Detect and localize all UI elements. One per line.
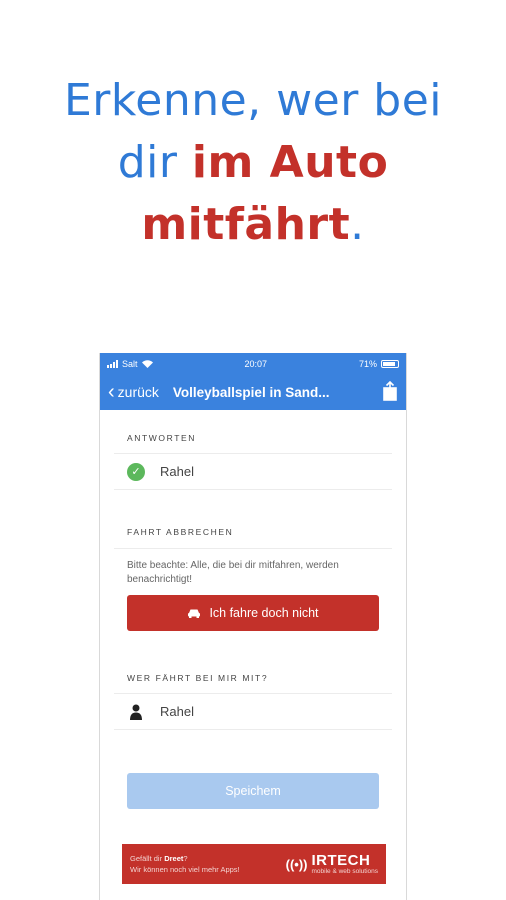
- nav-bar: ‹ zurück Volleyballspiel in Sand...: [100, 374, 406, 410]
- signal-icon: [107, 359, 118, 368]
- battery-percent: 71%: [358, 358, 377, 369]
- wifi-icon: [141, 359, 153, 368]
- banner-app-name: Dreet: [164, 854, 184, 863]
- check-icon: ✓: [127, 462, 145, 481]
- brand-subtitle: mobile & web solutions: [311, 867, 378, 875]
- ad-banner[interactable]: Gefällt dir Dreet? Wir können noch viel …: [122, 844, 386, 884]
- cancel-ride-button[interactable]: Ich fahre doch nicht: [127, 595, 379, 631]
- car-icon: [188, 609, 201, 618]
- banner-tagline: Wir können noch viel mehr Apps!: [130, 865, 240, 874]
- headline-line-3: mitfährt.: [141, 199, 365, 250]
- chevron-left-icon: ‹: [108, 381, 115, 403]
- passengers-section-label: WER FÄHRT BEI MIR MIT?: [127, 673, 269, 683]
- cancel-note: Bitte beachte: Alle, die bei dir mitfahr…: [127, 560, 339, 585]
- answer-row[interactable]: ✓ Rahel: [114, 453, 392, 490]
- headline-line-2: dir im Auto: [117, 137, 389, 188]
- broadcast-icon: ((•)): [285, 856, 308, 872]
- battery-icon: [381, 359, 399, 368]
- cancel-ride-label: Ich fahre doch nicht: [209, 606, 319, 620]
- passenger-name: Rahel: [160, 704, 194, 719]
- cancel-section-label: FAHRT ABBRECHEN: [127, 527, 234, 537]
- carrier-name: Salt: [122, 358, 138, 369]
- clock: 20:07: [244, 358, 268, 369]
- share-icon[interactable]: [382, 381, 398, 401]
- irtech-logo: ((•)) IRTECH mobile & web solutions: [286, 853, 378, 876]
- headline: Erkenne, wer bei dir im Auto mitfährt.: [0, 70, 506, 256]
- back-label: zurück: [117, 384, 159, 400]
- brand-name: IRTECH: [311, 851, 371, 869]
- person-icon: [130, 704, 142, 720]
- answer-name: Rahel: [160, 464, 194, 479]
- page-title: Volleyballspiel in Sand...: [172, 384, 330, 400]
- status-bar: Salt 20:07 71%: [100, 353, 406, 374]
- answers-section-label: ANTWORTEN: [127, 433, 197, 443]
- headline-line-1: Erkenne, wer bei: [63, 75, 443, 126]
- save-button[interactable]: Speichem: [127, 773, 379, 809]
- back-button[interactable]: ‹ zurück: [108, 382, 159, 402]
- phone-screen: Salt 20:07 71% ‹ zurück Volleyballspiel …: [99, 353, 407, 900]
- passenger-row[interactable]: Rahel: [114, 693, 392, 730]
